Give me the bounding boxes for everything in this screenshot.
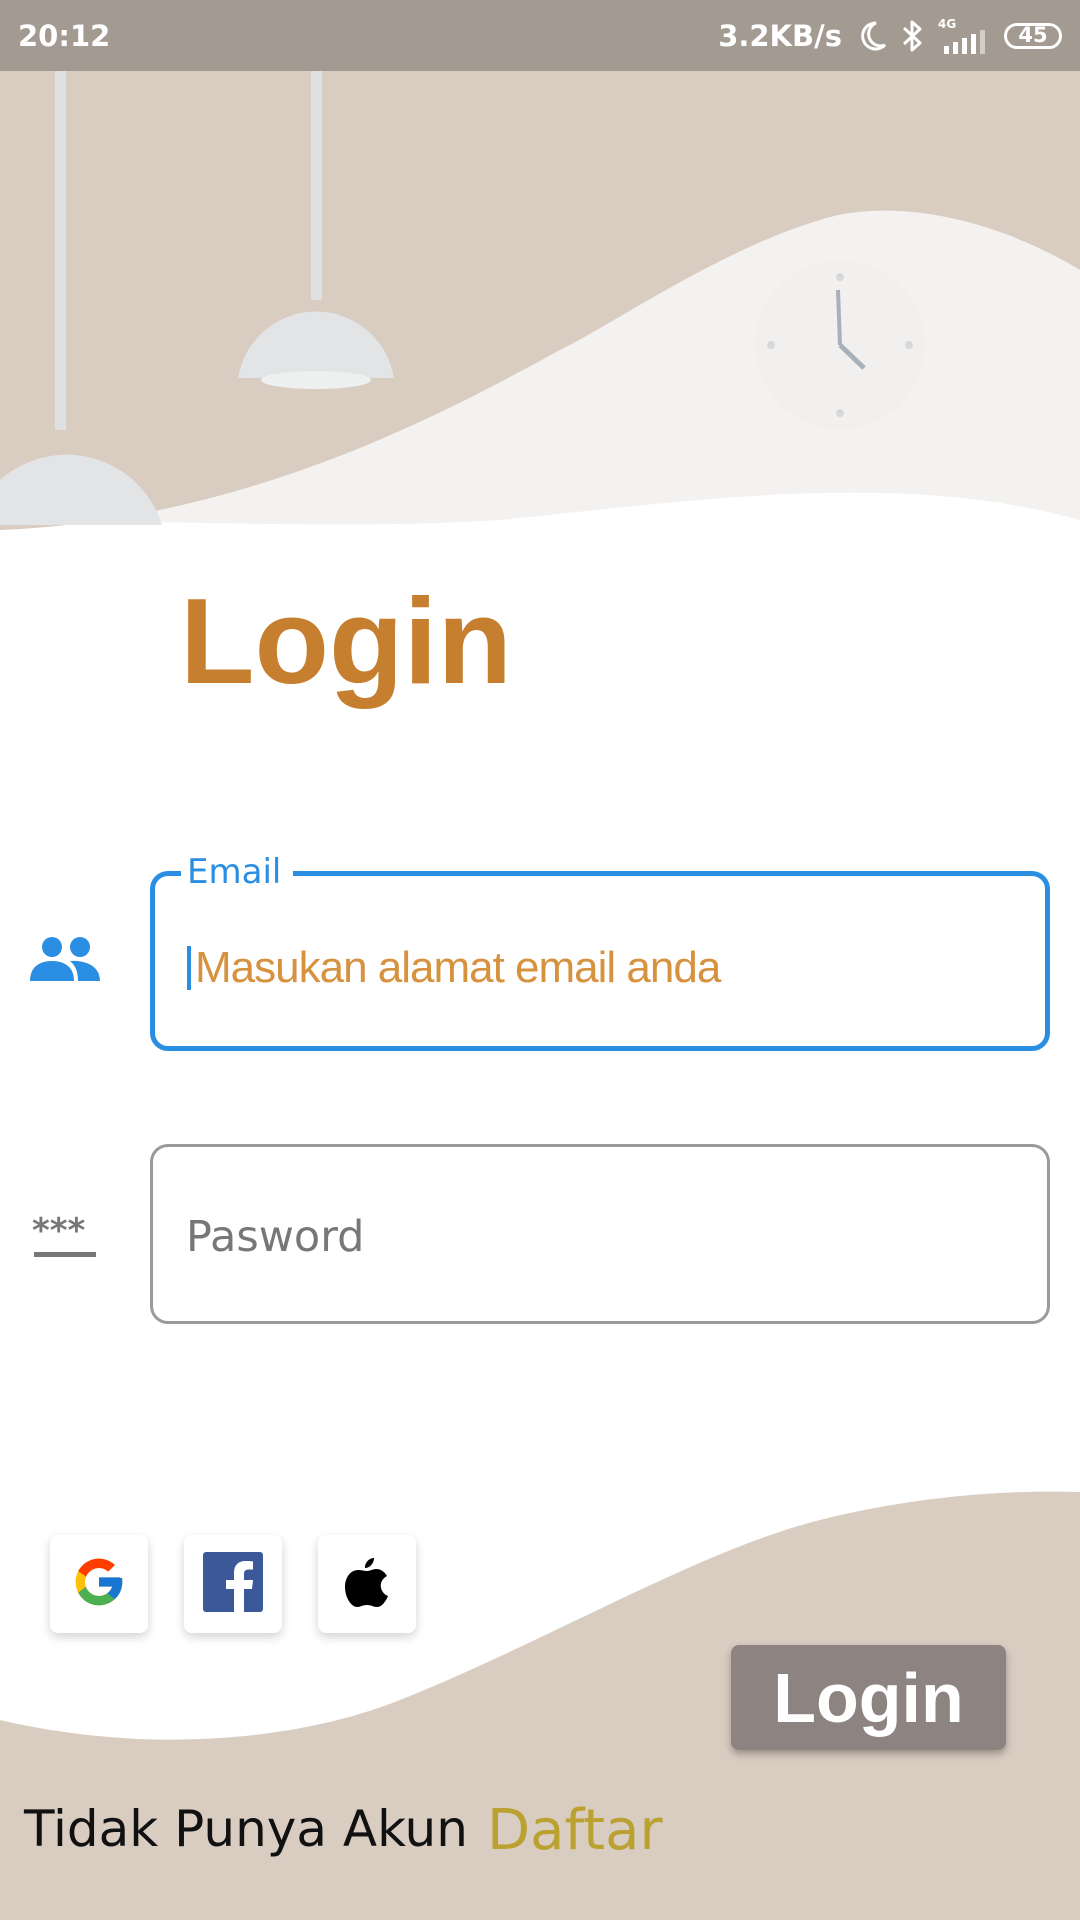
moon-icon: [856, 20, 888, 52]
email-input[interactable]: [195, 936, 1015, 1000]
header-illustration: [0, 0, 1080, 560]
status-bar: 20:12 3.2KB/s 4G 45: [0, 0, 1080, 71]
apple-login-button[interactable]: [318, 1535, 416, 1633]
bluetooth-icon: [902, 19, 924, 53]
password-field[interactable]: [150, 1144, 1050, 1324]
google-login-button[interactable]: [50, 1535, 148, 1633]
network-type: 4G: [938, 16, 957, 31]
battery-icon: 45: [1004, 22, 1062, 49]
page-title: Login: [180, 573, 512, 709]
login-button[interactable]: Login: [731, 1645, 1006, 1750]
password-icon: ***: [32, 1211, 100, 1265]
register-link[interactable]: Daftar: [487, 1798, 662, 1863]
svg-text:***: ***: [32, 1214, 86, 1251]
text-cursor: [187, 946, 191, 990]
status-icons: 3.2KB/s 4G 45: [718, 18, 1062, 54]
signal-icon: 4G: [938, 18, 990, 54]
no-account-text: Tidak Punya Akun: [24, 1800, 468, 1858]
status-time: 20:12: [18, 18, 111, 53]
clock-icon: [755, 260, 925, 430]
facebook-login-button[interactable]: [184, 1535, 282, 1633]
google-icon: [71, 1554, 127, 1615]
email-field[interactable]: Email: [150, 852, 1050, 1051]
people-icon: [30, 935, 102, 992]
email-label: Email: [181, 852, 294, 892]
password-input[interactable]: [186, 1207, 1006, 1267]
network-speed: 3.2KB/s: [718, 18, 842, 53]
apple-icon: [344, 1556, 390, 1613]
facebook-icon: [203, 1551, 263, 1617]
battery-level: 45: [1018, 23, 1048, 47]
